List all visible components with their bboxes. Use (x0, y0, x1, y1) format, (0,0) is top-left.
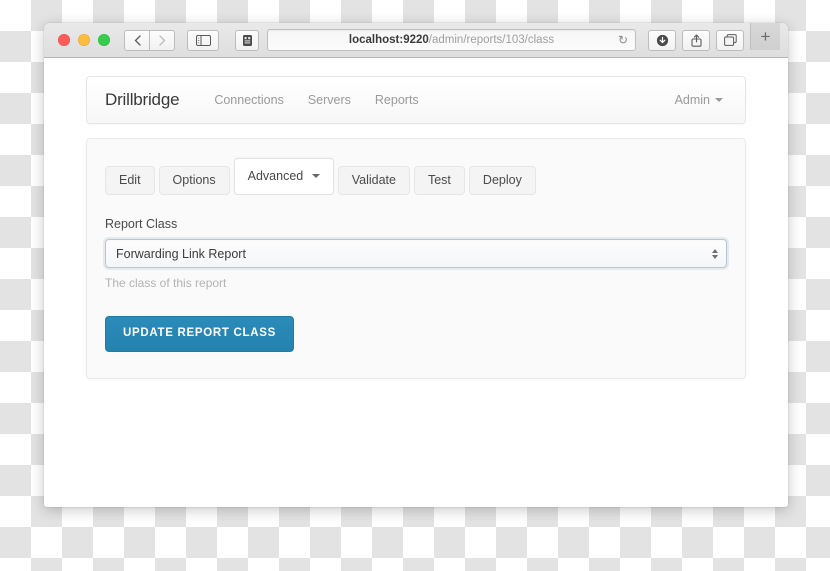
report-class-help-text: The class of this report (105, 276, 227, 290)
browser-window: localhost:9220/admin/reports/103/class ↻ (44, 23, 788, 507)
show-tabs-button[interactable] (716, 29, 744, 51)
address-area: localhost:9220/admin/reports/103/class ↻ (235, 29, 636, 51)
admin-menu-label: Admin (674, 93, 710, 107)
arrow-up-icon (712, 248, 718, 253)
zoom-window-button[interactable] (98, 34, 110, 46)
tab-advanced-label: Advanced (247, 168, 304, 183)
downloads-button[interactable] (648, 29, 676, 51)
navigation-buttons (124, 29, 175, 51)
chevron-down-icon (715, 98, 723, 102)
report-class-select-wrap: Forwarding Link Report (105, 239, 727, 268)
close-window-button[interactable] (58, 34, 70, 46)
forward-button[interactable] (149, 29, 175, 51)
tab-deploy-label: Deploy (482, 172, 522, 187)
toolbar-right-buttons (648, 29, 744, 51)
tab-test-label: Test (427, 172, 451, 187)
url-path: /admin/reports/103/class (428, 34, 555, 46)
tab-options-label: Options (172, 172, 216, 187)
nav-link-connections[interactable]: Connections (203, 87, 295, 113)
chevron-right-icon (158, 34, 165, 46)
address-bar[interactable]: localhost:9220/admin/reports/103/class ↻ (267, 29, 636, 51)
reader-icon (242, 34, 252, 46)
tab-edit[interactable]: Edit (105, 165, 155, 195)
tab-advanced[interactable]: Advanced (233, 157, 334, 195)
tab-options[interactable]: Options (158, 165, 230, 195)
url-text: localhost:9220/admin/reports/103/class (349, 34, 554, 46)
select-stepper-icon[interactable] (712, 248, 718, 259)
tab-validate-label: Validate (351, 172, 396, 187)
new-tab-button[interactable]: + (750, 23, 780, 50)
report-class-selected-value: Forwarding Link Report (116, 246, 246, 261)
sidebar-toggle-button[interactable] (187, 29, 219, 51)
chevron-down-icon (311, 174, 320, 179)
report-class-label: Report Class (105, 217, 178, 231)
admin-menu[interactable]: Admin (671, 87, 727, 113)
nav-link-servers[interactable]: Servers (297, 87, 362, 113)
chevron-left-icon (134, 34, 141, 46)
app-brand[interactable]: Drillbridge (105, 90, 180, 110)
update-report-class-button[interactable]: UPDATE REPORT CLASS (105, 316, 295, 352)
minimize-window-button[interactable] (78, 34, 90, 46)
panel-tabs: Edit Options Advanced Validate Test Depl… (105, 157, 727, 195)
browser-toolbar: localhost:9220/admin/reports/103/class ↻ (44, 23, 788, 58)
window-controls (58, 34, 110, 46)
arrow-down-icon (712, 254, 718, 259)
reload-button[interactable]: ↻ (618, 34, 628, 46)
download-icon (656, 34, 668, 46)
app-navbar: Drillbridge Connections Servers Reports … (86, 76, 746, 124)
back-button[interactable] (124, 29, 150, 51)
nav-links: Connections Servers Reports (203, 87, 429, 113)
tab-validate[interactable]: Validate (337, 165, 410, 195)
tab-deploy[interactable]: Deploy (468, 165, 536, 195)
report-class-select[interactable]: Forwarding Link Report (105, 239, 727, 268)
url-host: localhost:9220 (348, 34, 429, 46)
report-settings-panel: Edit Options Advanced Validate Test Depl… (86, 138, 746, 379)
tab-edit-label: Edit (119, 172, 141, 187)
nav-link-reports[interactable]: Reports (364, 87, 430, 113)
navbar-right: Admin (671, 87, 727, 113)
tab-overview-icon (723, 34, 737, 46)
share-button[interactable] (682, 29, 710, 51)
sidebar-icon (195, 34, 211, 46)
reader-mode-button[interactable] (235, 29, 259, 51)
page-viewport: Drillbridge Connections Servers Reports … (44, 58, 788, 506)
share-icon (690, 33, 702, 47)
tab-test[interactable]: Test (413, 165, 465, 195)
